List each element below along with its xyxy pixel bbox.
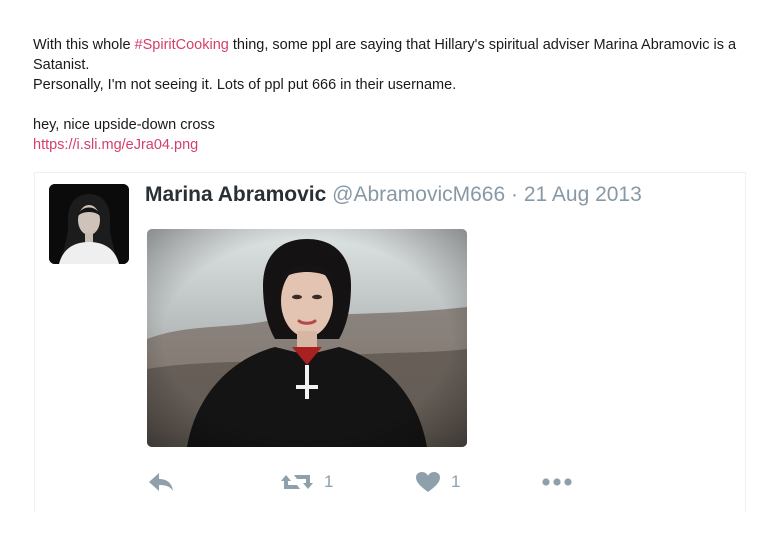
post-body: With this whole #SpiritCooking thing, so… bbox=[33, 35, 753, 155]
tweet-date[interactable]: 21 Aug 2013 bbox=[524, 183, 642, 206]
more-options-button[interactable] bbox=[540, 469, 574, 495]
like-count: 1 bbox=[451, 472, 461, 491]
reply-button[interactable] bbox=[147, 469, 175, 495]
tweet-image[interactable] bbox=[147, 229, 467, 447]
tweet-actions: 1 1 bbox=[147, 469, 577, 495]
retweet-count: 1 bbox=[324, 472, 334, 491]
display-name[interactable]: Marina Abramovic bbox=[145, 183, 326, 206]
image-link[interactable]: https://i.sli.mg/eJra04.png bbox=[33, 137, 198, 153]
more-dots-icon bbox=[540, 471, 574, 493]
avatar[interactable] bbox=[49, 184, 129, 264]
hashtag-link[interactable]: #SpiritCooking bbox=[135, 37, 229, 53]
retweet-icon bbox=[280, 471, 314, 493]
retweet-button[interactable]: 1 bbox=[280, 469, 333, 495]
handle[interactable]: @AbramovicM666 bbox=[332, 183, 505, 206]
tweet-header: Marina Abramovic @AbramovicM666 · 21 Aug… bbox=[145, 181, 642, 209]
like-button[interactable]: 1 bbox=[415, 469, 460, 495]
separator: · bbox=[505, 183, 524, 206]
post-line-1: With this whole #SpiritCooking thing, so… bbox=[33, 35, 753, 75]
reply-arrow-icon bbox=[147, 471, 175, 493]
embedded-tweet: Marina Abramovic @AbramovicM666 · 21 Aug… bbox=[34, 172, 746, 512]
post-line-3: hey, nice upside-down cross bbox=[33, 117, 215, 133]
post-text-before-hashtag: With this whole bbox=[33, 37, 135, 53]
heart-icon bbox=[415, 471, 441, 493]
post-line-2: Personally, I'm not seeing it. Lots of p… bbox=[33, 77, 457, 93]
